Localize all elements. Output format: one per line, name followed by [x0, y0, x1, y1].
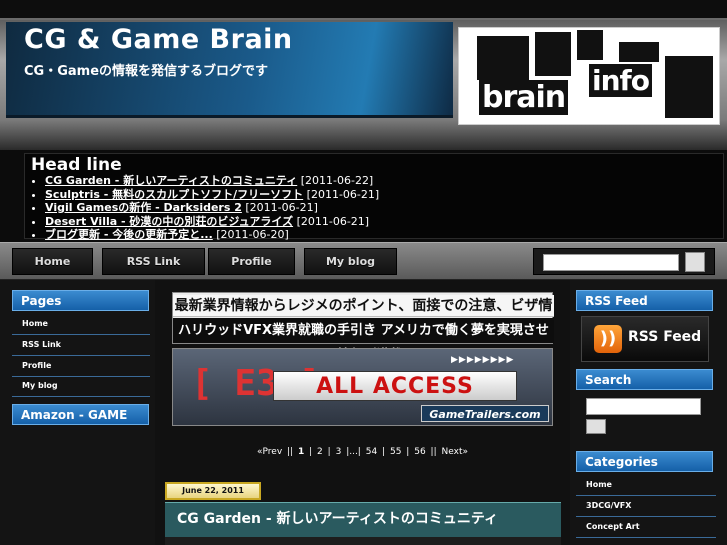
post-body — [165, 537, 561, 545]
sidebar-item-rss-link[interactable]: RSS Link — [12, 336, 150, 356]
headline-section: Head line CG Garden - 新しいアーティストのコミュニティ [… — [0, 150, 727, 242]
pager-sep: || — [287, 447, 294, 457]
headline-date: [2011-06-20] — [216, 228, 289, 241]
headline-item: CG Garden - 新しいアーティストのコミュニティ [2011-06-22… — [45, 174, 379, 188]
sidebar-item-profile[interactable]: Profile — [12, 357, 150, 377]
pager-sep: || — [430, 447, 437, 457]
headline-link[interactable]: CG Garden - 新しいアーティストのコミュニティ — [45, 174, 297, 187]
nav-home-button[interactable]: Home — [12, 248, 93, 275]
headline-box: Head line CG Garden - 新しいアーティストのコミュニティ [… — [24, 153, 724, 242]
site-title[interactable]: CG & Game Brain — [24, 24, 293, 55]
pager-sep: | — [406, 447, 410, 457]
top-bar — [0, 0, 727, 20]
pager-sep: | — [382, 447, 386, 457]
pager-page-56[interactable]: 56 — [414, 447, 425, 457]
sidebar-search-input[interactable] — [586, 398, 701, 415]
post-title[interactable]: CG Garden - 新しいアーティストのコミュニティ — [165, 502, 561, 537]
logo-text-info: info — [589, 64, 652, 97]
page: CG & Game Brain CG・Gameの情報を発信するブログです bra… — [0, 0, 727, 545]
vfx-banner-line2: ハリウッドVFX業界就職の手引き アメリカで働く夢を実現させる情報が満載 — [173, 318, 554, 363]
headline-date: [2011-06-21] — [296, 214, 370, 228]
rss-feed-label: RSS Feed — [628, 329, 702, 345]
sidebar-item-my-blog[interactable]: My blog — [12, 377, 150, 397]
headline-link[interactable]: Vigil Gamesの新作 - Darksiders 2 — [45, 201, 242, 214]
category-item[interactable] — [576, 539, 716, 545]
headline-link[interactable]: ブログ更新 - 今後の更新予定と... — [45, 228, 213, 241]
logo-block — [665, 56, 713, 118]
pager-page-1: 1 — [297, 447, 305, 457]
nav-search-box — [533, 248, 715, 275]
category-item-3dcg-vfx[interactable]: 3DCG/VFX — [576, 497, 716, 517]
category-item-concept-art[interactable]: Concept Art — [576, 518, 716, 538]
sidebar-item-home[interactable]: Home — [12, 315, 150, 335]
pager-page-3[interactable]: 3 — [336, 447, 342, 457]
categories-heading: Categories — [576, 451, 713, 472]
headline-date: [2011-06-22] — [300, 174, 374, 187]
nav-profile-button[interactable]: Profile — [208, 248, 295, 275]
nav-rss-link-button[interactable]: RSS Link — [102, 248, 205, 275]
main-nav: Home RSS Link Profile My blog — [0, 242, 727, 280]
logo-block — [577, 30, 603, 60]
arrows-decoration: ▶▶▶▶▶▶▶▶ — [451, 355, 515, 365]
nav-my-blog-button[interactable]: My blog — [304, 248, 397, 275]
pager-sep: | — [309, 447, 313, 457]
nav-search-button[interactable] — [685, 252, 705, 272]
headline-date: [2011-06-21] — [306, 187, 380, 201]
header: CG & Game Brain CG・Gameの情報を発信するブログです bra… — [0, 0, 727, 150]
rss-icon: )) — [594, 325, 622, 353]
logo-block — [477, 36, 529, 80]
site-subtitle: CG・Gameの情報を発信するブログです — [24, 64, 269, 79]
left-sidebar: Pages Home RSS Link Profile My blog Amaz… — [0, 280, 155, 545]
search-heading: Search — [576, 369, 713, 390]
pages-heading: Pages — [12, 290, 149, 311]
pager-ellipsis: |...| — [346, 447, 361, 457]
logo-block — [535, 32, 571, 76]
pager-next[interactable]: Next» — [442, 447, 468, 457]
sidebar-search-button[interactable] — [586, 419, 606, 434]
site-logo[interactable]: brain info — [458, 27, 720, 125]
gametrailers-logo: GameTrailers.com — [421, 405, 549, 422]
amazon-heading: Amazon - GAME — [12, 404, 149, 425]
e3-all-access-banner[interactable]: [ E3 ] ▶▶▶▶▶▶▶▶ ALL ACCESS GameTrailers.… — [172, 348, 553, 426]
pager-page-54[interactable]: 54 — [366, 447, 377, 457]
pagination: «Prev || 1 | 2 | 3 |...| 54 | 55 | 56 ||… — [155, 447, 570, 457]
headline-link[interactable]: Desert Villa - 砂漠の中の別荘のビジュアライズ — [45, 215, 293, 228]
nav-search-input[interactable] — [543, 254, 679, 271]
headline-item: Vigil Gamesの新作 - Darksiders 2 [2011-06-2… — [45, 201, 379, 215]
rss-feed-heading: RSS Feed — [576, 290, 713, 311]
category-item-home[interactable]: Home — [576, 476, 716, 496]
headline-item: Desert Villa - 砂漠の中の別荘のビジュアライズ [2011-06-… — [45, 215, 379, 229]
pager-sep: | — [327, 447, 331, 457]
logo-text-brain: brain — [479, 80, 569, 115]
vfx-banner-line1: 最新業界情報からレジメのポイント、面接での注意、ビザ情報まで — [173, 295, 554, 336]
main-content: 最新業界情報からレジメのポイント、面接での注意、ビザ情報まで ハリウッドVFX業… — [155, 280, 570, 545]
headline-date: [2011-06-21] — [245, 201, 318, 214]
logo-block — [619, 42, 659, 62]
post-date-badge: June 22, 2011 — [165, 482, 261, 500]
right-sidebar: RSS Feed )) RSS Feed Search Categories H… — [570, 280, 727, 545]
site-banner: CG & Game Brain CG・Gameの情報を発信するブログです — [6, 22, 453, 118]
pager-prev[interactable]: «Prev — [257, 447, 282, 457]
pager-page-2[interactable]: 2 — [317, 447, 323, 457]
all-access-text: ALL ACCESS — [273, 371, 517, 401]
headline-item: Sculptris - 無料のスカルプトソフト/フリーソフト [2011-06-… — [45, 188, 379, 202]
headline-list: CG Garden - 新しいアーティストのコミュニティ [2011-06-22… — [45, 174, 379, 242]
rss-feed-button[interactable]: )) RSS Feed — [581, 316, 709, 362]
headline-link[interactable]: Sculptris - 無料のスカルプトソフト/フリーソフト — [45, 188, 303, 201]
pager-page-55[interactable]: 55 — [390, 447, 401, 457]
headline-title: Head line — [31, 155, 122, 175]
vfx-job-banner[interactable]: 最新業界情報からレジメのポイント、面接での注意、ビザ情報まで ハリウッドVFX業… — [172, 292, 554, 363]
headline-item: ブログ更新 - 今後の更新予定と... [2011-06-20] — [45, 228, 379, 242]
